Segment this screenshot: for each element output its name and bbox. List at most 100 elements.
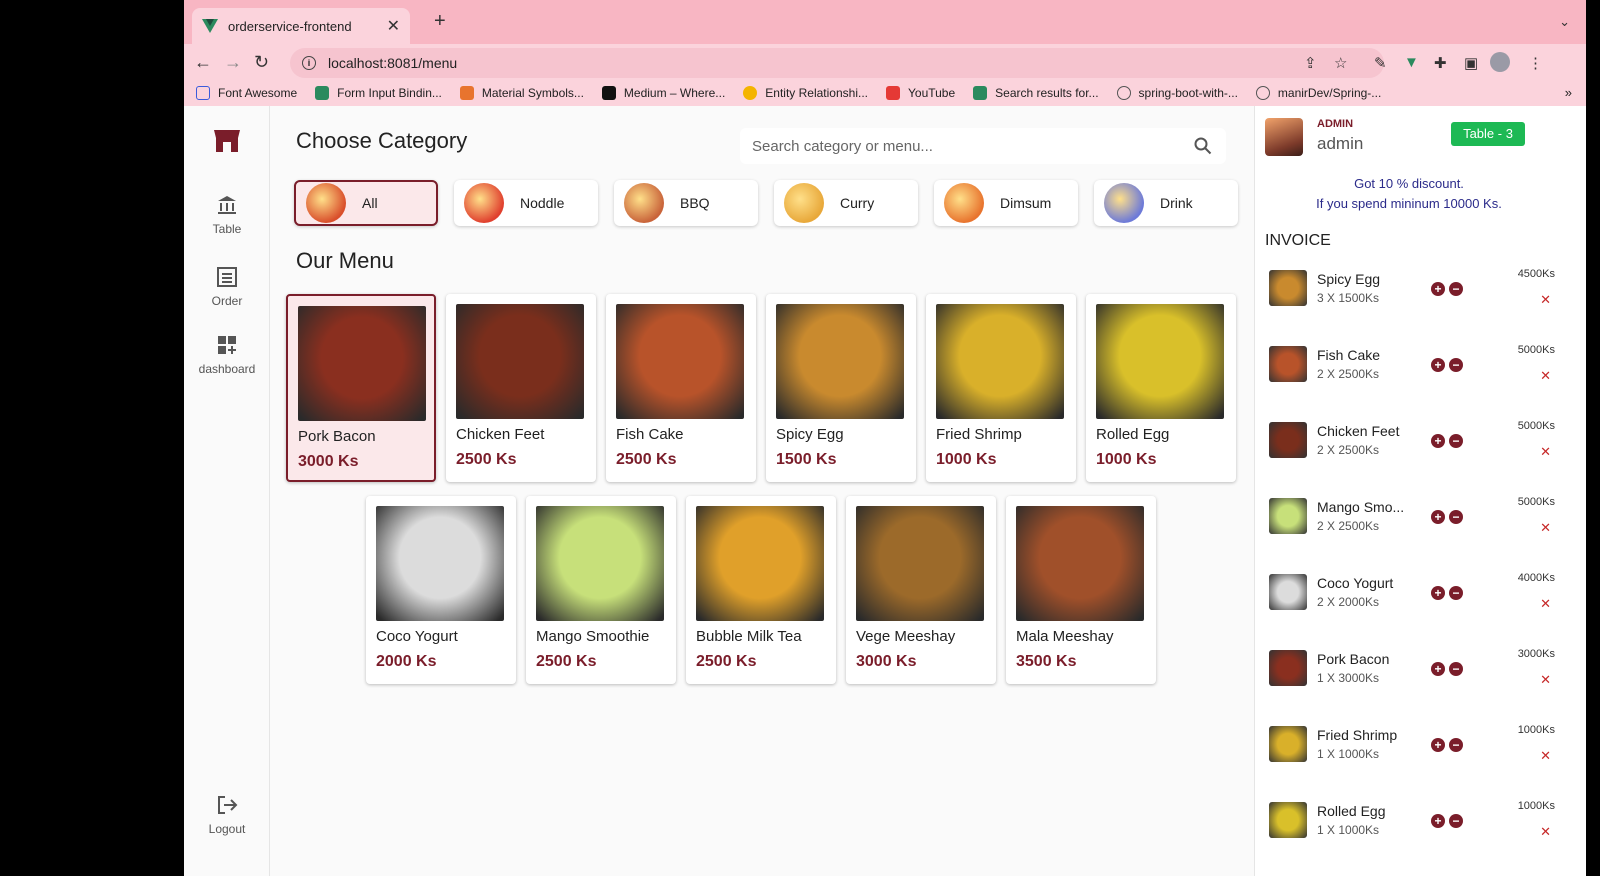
- bookmark-star-icon[interactable]: ☆: [1334, 54, 1347, 72]
- plus-icon[interactable]: +: [1431, 510, 1445, 524]
- sidebar-item-order[interactable]: Order: [184, 266, 270, 308]
- sidepanel-icon[interactable]: ▣: [1464, 54, 1478, 72]
- menu-item-price: 3000 Ks: [298, 453, 359, 470]
- avatar[interactable]: [1265, 118, 1303, 156]
- menu-card[interactable]: Vege Meeshay 3000 Ks: [846, 496, 996, 684]
- table-badge[interactable]: Table - 3: [1451, 122, 1525, 146]
- remove-icon[interactable]: ✕: [1540, 520, 1551, 536]
- menu-card[interactable]: Spicy Egg 1500 Ks: [766, 294, 916, 482]
- bookmark-item[interactable]: Form Input Bindin...: [315, 86, 442, 100]
- menu-card[interactable]: Chicken Feet 2500 Ks: [446, 294, 596, 482]
- menu-card[interactable]: Fried Shrimp 1000 Ks: [926, 294, 1076, 482]
- logout-button[interactable]: Logout: [184, 794, 270, 836]
- vue-icon: [315, 86, 330, 100]
- menu-card[interactable]: Coco Yogurt 2000 Ks: [366, 496, 516, 684]
- plus-icon[interactable]: +: [1431, 738, 1445, 752]
- sidebar-item-dashboard[interactable]: dashboard: [184, 334, 270, 376]
- bookmark-item[interactable]: Medium – Where...: [601, 86, 725, 100]
- bookmark-item[interactable]: Search results for...: [973, 86, 1099, 100]
- category-label: All: [362, 195, 378, 211]
- minus-icon[interactable]: −: [1449, 814, 1463, 828]
- remove-icon[interactable]: ✕: [1540, 368, 1551, 384]
- back-icon[interactable]: ←: [194, 52, 212, 73]
- menu-item-name: Bubble Milk Tea: [696, 628, 802, 645]
- share-icon[interactable]: ⇪: [1304, 54, 1317, 72]
- menu-card[interactable]: Rolled Egg 1000 Ks: [1086, 294, 1236, 482]
- minus-icon[interactable]: −: [1449, 282, 1463, 296]
- reload-icon[interactable]: ↻: [254, 52, 269, 73]
- menu-item-price: 2500 Ks: [696, 653, 757, 670]
- minus-icon[interactable]: −: [1449, 434, 1463, 448]
- user-role: ADMIN: [1317, 118, 1354, 130]
- invoice-item-total: 4000Ks: [1517, 572, 1555, 584]
- category-drink[interactable]: Drink: [1094, 180, 1238, 226]
- menu-item-name: Coco Yogurt: [376, 628, 458, 645]
- invoice-item-qty: 2 X 2500Ks: [1317, 443, 1380, 457]
- plus-icon[interactable]: +: [1431, 586, 1445, 600]
- url-field[interactable]: i localhost:8081/menu: [290, 48, 1384, 78]
- menu-item-name: Mango Smoothie: [536, 628, 650, 645]
- plus-icon[interactable]: +: [1431, 814, 1445, 828]
- vue-devtools-icon[interactable]: ▼: [1404, 54, 1419, 71]
- profile-avatar-icon[interactable]: [1490, 52, 1510, 72]
- invoice-panel: ADMIN admin Table - 3 Got 10 % discount.…: [1254, 106, 1586, 876]
- discount-note: Got 10 % discount. If you spend mininum …: [1316, 176, 1502, 211]
- minus-icon[interactable]: −: [1449, 510, 1463, 524]
- minus-icon[interactable]: −: [1449, 662, 1463, 676]
- menu-card[interactable]: Mala Meeshay 3500 Ks: [1006, 496, 1156, 684]
- browser-tab[interactable]: orderservice-frontend ✕: [192, 8, 410, 44]
- menu-card[interactable]: Bubble Milk Tea 2500 Ks: [686, 496, 836, 684]
- bookmark-item[interactable]: Material Symbols...: [459, 86, 584, 100]
- search-input[interactable]: Search category or menu...: [740, 128, 1226, 164]
- remove-icon[interactable]: ✕: [1540, 672, 1551, 688]
- menu-card[interactable]: Fish Cake 2500 Ks: [606, 294, 756, 482]
- bookmark-item[interactable]: manirDev/Spring-...: [1255, 86, 1381, 100]
- menu-item-price: 1500 Ks: [776, 451, 837, 468]
- bookmark-item[interactable]: spring-boot-with-...: [1116, 86, 1238, 100]
- plus-icon[interactable]: +: [1431, 434, 1445, 448]
- category-all[interactable]: All: [294, 180, 438, 226]
- extensions-icon[interactable]: ✚: [1434, 54, 1447, 72]
- menu-card[interactable]: Mango Smoothie 2500 Ks: [526, 496, 676, 684]
- store-icon[interactable]: [212, 126, 242, 154]
- minus-icon[interactable]: −: [1449, 586, 1463, 600]
- bookmark-item[interactable]: YouTube: [886, 86, 955, 100]
- chevron-down-icon[interactable]: ⌄: [1559, 14, 1570, 30]
- menu-item-price: 2500 Ks: [616, 451, 677, 468]
- plus-icon[interactable]: +: [1431, 662, 1445, 676]
- bookmark-item[interactable]: Entity Relationshi...: [743, 86, 868, 100]
- bookmark-item[interactable]: Font Awesome: [196, 86, 297, 100]
- minus-icon[interactable]: −: [1449, 358, 1463, 372]
- menu-item-name: Chicken Feet: [456, 426, 545, 443]
- remove-icon[interactable]: ✕: [1540, 748, 1551, 764]
- sidebar-item-table[interactable]: Table: [184, 194, 270, 236]
- menu-card[interactable]: Pork Bacon 3000 Ks: [286, 294, 436, 482]
- category-dimsum[interactable]: Dimsum: [934, 180, 1078, 226]
- menu-dots-icon[interactable]: ⋮: [1528, 54, 1543, 72]
- new-tab-icon[interactable]: +: [434, 10, 446, 33]
- category-curry[interactable]: Curry: [774, 180, 918, 226]
- close-tab-icon[interactable]: ✕: [387, 16, 400, 36]
- menu-item-price: 3500 Ks: [1016, 653, 1077, 670]
- remove-icon[interactable]: ✕: [1540, 824, 1551, 840]
- browser-tab-bar: orderservice-frontend ✕ + ⌄: [184, 0, 1586, 44]
- more-bookmarks-icon[interactable]: »: [1565, 85, 1572, 100]
- remove-icon[interactable]: ✕: [1540, 596, 1551, 612]
- remove-icon[interactable]: ✕: [1540, 292, 1551, 308]
- logout-icon: [218, 796, 238, 814]
- invoice-item-image: [1269, 346, 1307, 382]
- minus-icon[interactable]: −: [1449, 738, 1463, 752]
- sidebar: Table Order dashboard Logout: [184, 106, 270, 876]
- eyedropper-icon[interactable]: ✎: [1374, 54, 1387, 72]
- remove-icon[interactable]: ✕: [1540, 444, 1551, 460]
- category-noddle[interactable]: Noddle: [454, 180, 598, 226]
- site-info-icon[interactable]: i: [302, 56, 316, 70]
- invoice-item-image: [1269, 574, 1307, 610]
- material-icon: [459, 86, 474, 100]
- search-icon[interactable]: [1194, 137, 1212, 155]
- category-bbq[interactable]: BBQ: [614, 180, 758, 226]
- plus-icon[interactable]: +: [1431, 282, 1445, 296]
- menu-item-price: 1000 Ks: [936, 451, 997, 468]
- plus-icon[interactable]: +: [1431, 358, 1445, 372]
- forward-icon[interactable]: →: [224, 52, 242, 73]
